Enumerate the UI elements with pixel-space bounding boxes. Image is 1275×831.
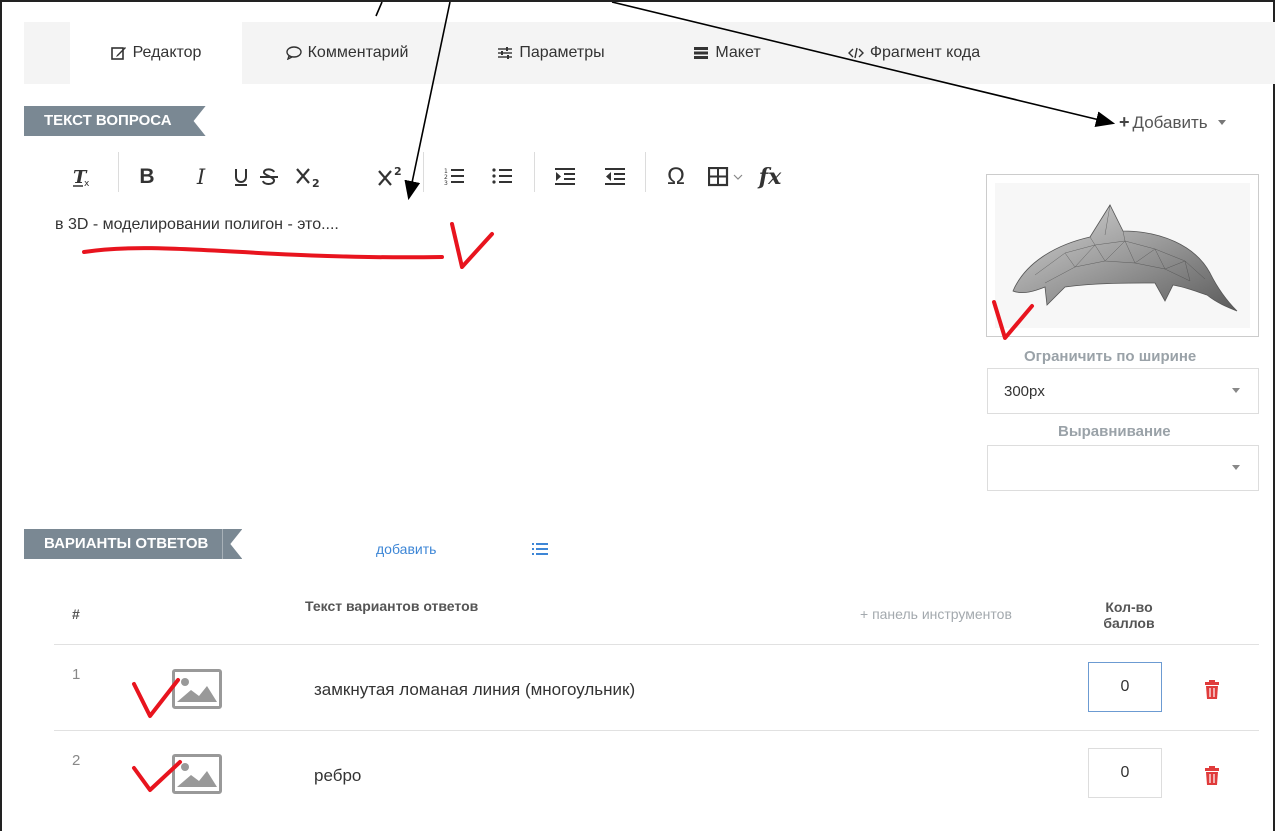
tab-layout-label: Макет — [715, 44, 761, 61]
width-limit-label: Ограничить по ширине — [1024, 348, 1197, 365]
answers-section-title: ВАРИАНТЫ ОТВЕТОВ — [24, 529, 223, 559]
tab-editor[interactable]: Редактор — [70, 22, 242, 84]
code-icon — [847, 46, 864, 60]
trash-icon[interactable] — [1203, 766, 1221, 786]
tab-editor-label: Редактор — [132, 44, 202, 61]
tab-code-fragment-label: Фрагмент кода — [869, 44, 981, 61]
bold-icon[interactable]: B — [134, 160, 160, 194]
image-placeholder-icon[interactable] — [172, 754, 222, 794]
sliders-icon — [497, 46, 513, 60]
answers-section-header: ВАРИАНТЫ ОТВЕТОВ — [24, 529, 243, 559]
answer-text[interactable]: замкнутая ломаная линия (многоульник) — [314, 680, 635, 700]
svg-text:2: 2 — [312, 177, 320, 189]
dolphin-image — [1012, 204, 1238, 312]
clear-formatting-icon[interactable]: Tx — [67, 160, 97, 194]
question-editor: Редактор Комментарий Параметры Макет Фра… — [0, 0, 1275, 831]
question-image-box[interactable] — [986, 174, 1259, 337]
comment-icon — [285, 46, 302, 61]
trash-icon[interactable] — [1203, 680, 1221, 700]
question-text[interactable]: в 3D - моделировании полигон - это.... — [55, 216, 339, 234]
subscript-icon[interactable]: 2 — [292, 160, 328, 194]
superscript-icon[interactable]: 2 — [374, 160, 410, 194]
tab-comment-label: Комментарий — [307, 44, 409, 61]
width-limit-select[interactable]: 300px — [987, 368, 1259, 414]
add-dropdown-label: Добавить — [1132, 112, 1208, 132]
question-section-title: ТЕКСТ ВОПРОСА — [24, 106, 186, 136]
caret-down-icon — [1232, 465, 1240, 470]
formula-icon[interactable]: fx — [754, 160, 786, 194]
indent-icon[interactable] — [550, 160, 580, 194]
tab-comment[interactable]: Комментарий — [262, 22, 432, 84]
row-number: 2 — [72, 752, 81, 769]
numbered-list-icon[interactable]: 123 — [439, 160, 469, 194]
strikethrough-icon[interactable] — [254, 160, 284, 194]
svg-text:x: x — [84, 179, 90, 188]
row-number: 1 — [72, 666, 81, 683]
alignment-select[interactable] — [987, 445, 1259, 491]
column-score: Кол-во баллов — [1103, 599, 1155, 631]
score-input[interactable]: 0 — [1088, 662, 1162, 712]
bullet-list-icon[interactable] — [487, 160, 517, 194]
column-answer-text: Текст вариантов ответов — [305, 598, 479, 614]
annotation-checkmarks — [82, 222, 1034, 792]
image-placeholder-icon[interactable] — [172, 669, 222, 709]
caret-down-icon — [1232, 388, 1240, 393]
svg-text:2: 2 — [394, 165, 402, 178]
toolbar-toggle-link[interactable]: + панель инструментов — [860, 606, 1012, 622]
question-section-header: ТЕКСТ ВОПРОСА — [24, 106, 206, 136]
list-icon[interactable] — [532, 542, 548, 561]
tab-code-fragment[interactable]: Фрагмент кода — [824, 22, 1004, 84]
italic-icon[interactable]: I — [188, 160, 214, 194]
tab-parameters[interactable]: Параметры — [476, 22, 626, 84]
underline-icon[interactable] — [228, 160, 254, 194]
tab-layout[interactable]: Макет — [672, 22, 782, 84]
special-char-icon[interactable]: Ω — [660, 160, 692, 194]
edit-icon — [110, 46, 127, 60]
plus-icon: + — [1119, 112, 1130, 132]
column-number: # — [72, 606, 80, 622]
alignment-label: Выравнивание — [1058, 423, 1171, 440]
add-dropdown[interactable]: + Добавить — [1119, 112, 1226, 133]
add-answer-link[interactable]: добавить — [376, 541, 436, 557]
outdent-icon[interactable] — [600, 160, 630, 194]
layout-icon — [693, 46, 709, 60]
answer-text[interactable]: ребро — [314, 766, 361, 786]
svg-text:3: 3 — [444, 180, 448, 187]
width-limit-value: 300px — [1004, 383, 1045, 400]
score-input[interactable]: 0 — [1088, 748, 1162, 798]
question-image — [995, 183, 1250, 328]
caret-down-icon — [1217, 120, 1226, 125]
tab-bar: Редактор Комментарий Параметры Макет Фра… — [24, 22, 1275, 84]
tab-parameters-label: Параметры — [519, 44, 605, 61]
table-icon[interactable] — [706, 160, 750, 194]
